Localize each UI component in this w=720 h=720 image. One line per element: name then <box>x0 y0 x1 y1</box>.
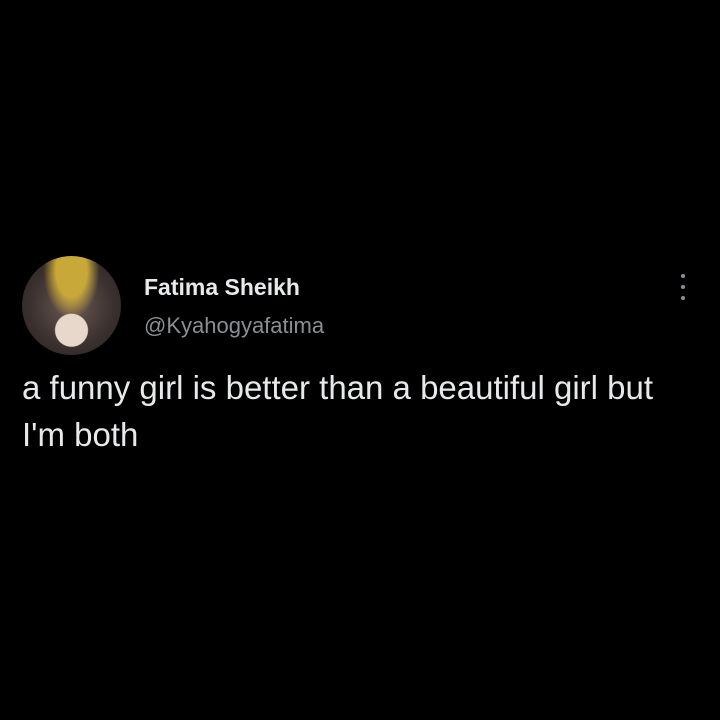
dot <box>681 274 685 278</box>
dot <box>681 296 685 300</box>
author-name[interactable]: Fatima Sheikh <box>144 274 300 301</box>
avatar[interactable] <box>22 256 121 355</box>
dot <box>681 285 685 289</box>
tweet-text: a funny girl is better than a beautiful … <box>22 369 654 453</box>
author-handle[interactable]: @Kyahogyafatima <box>144 313 324 339</box>
more-vertical-icon[interactable] <box>676 274 690 300</box>
